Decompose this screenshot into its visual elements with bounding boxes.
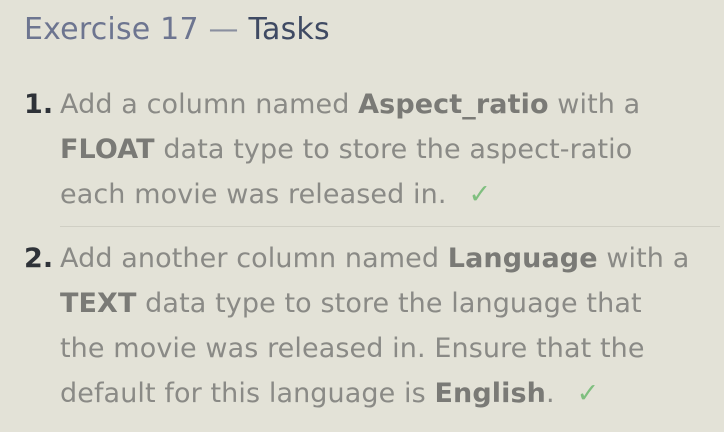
column-name-language: Language xyxy=(447,243,598,274)
task-line: default for this language is English. ✓ xyxy=(60,371,710,416)
text-segment: Add another column named xyxy=(60,243,448,274)
tasks-label: Tasks xyxy=(248,12,330,47)
task-line: FLOAT data type to store the aspect-rati… xyxy=(60,127,710,172)
text-segment: with a xyxy=(597,243,690,274)
text-segment: . xyxy=(545,378,555,409)
task-divider xyxy=(60,226,720,227)
text-segment: Add a column named xyxy=(60,89,359,120)
text-segment: with a xyxy=(548,89,641,120)
default-value-english: English xyxy=(434,378,546,409)
text-segment: data type to store the aspect-ratio xyxy=(154,134,633,165)
task-number: 1. xyxy=(24,89,54,120)
checkmark-icon: ✓ xyxy=(576,378,600,409)
task-line: the movie was released in. Ensure that t… xyxy=(60,326,710,371)
task-text: Add a column named Aspect_ratio with a F… xyxy=(60,82,710,217)
data-type-float: FLOAT xyxy=(60,134,155,165)
exercise-number: Exercise 17 xyxy=(24,12,199,47)
text-segment: each movie was released in. xyxy=(60,179,447,210)
task-line: Add a column named Aspect_ratio with a xyxy=(60,82,710,127)
checkmark-icon: ✓ xyxy=(468,179,492,210)
data-type-text: TEXT xyxy=(60,288,137,319)
task-line: each movie was released in. ✓ xyxy=(60,172,710,217)
title-separator: — xyxy=(208,12,239,47)
task-line: TEXT data type to store the language tha… xyxy=(60,281,710,326)
column-name-aspect-ratio: Aspect_ratio xyxy=(358,89,549,120)
task-line: Add another column named Language with a xyxy=(60,236,710,281)
text-segment: data type to store the language that xyxy=(136,288,642,319)
task-number: 2. xyxy=(24,243,54,274)
text-segment: default for this language is xyxy=(60,378,435,409)
text-segment: the movie was released in. Ensure that t… xyxy=(60,333,645,364)
exercise-title: Exercise 17 — Tasks xyxy=(24,12,330,47)
task-text: Add another column named Language with a… xyxy=(60,236,710,416)
